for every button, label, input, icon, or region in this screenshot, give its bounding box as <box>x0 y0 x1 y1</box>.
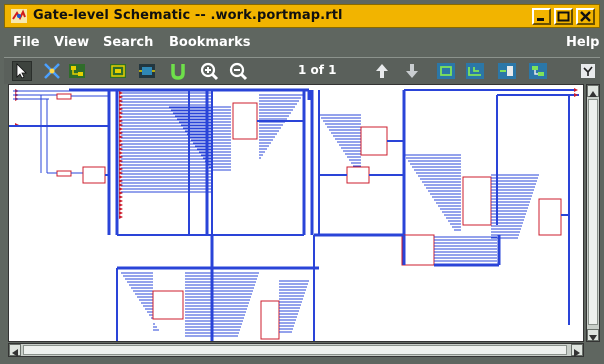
arrow-up-icon <box>589 91 597 97</box>
pin-button[interactable] <box>579 61 599 81</box>
vertical-scrollbar[interactable] <box>586 84 600 342</box>
bus-pin[interactable] <box>119 127 123 131</box>
bus-pin[interactable] <box>119 187 123 191</box>
logic-cell-instance[interactable] <box>232 102 258 140</box>
minimize-icon <box>537 18 544 21</box>
fit-view-button[interactable] <box>436 61 456 81</box>
pop-button[interactable] <box>497 61 517 81</box>
expand-button[interactable] <box>528 61 548 81</box>
previous-page-button[interactable] <box>372 61 392 81</box>
scroll-down-button[interactable] <box>587 329 599 341</box>
menu-bookmarks[interactable]: Bookmarks <box>169 35 251 50</box>
output-port[interactable] <box>574 88 578 92</box>
unroute-button[interactable] <box>168 61 188 81</box>
buffer-instance[interactable] <box>56 93 72 100</box>
zoom-in-button[interactable] <box>199 61 219 81</box>
bus-pin[interactable] <box>119 91 123 95</box>
vertical-scroll-thumb[interactable] <box>588 99 598 325</box>
bus-pin[interactable] <box>119 195 123 199</box>
select-arrow-icon <box>16 63 27 79</box>
menu-view[interactable]: View <box>54 35 89 50</box>
bus-pin[interactable] <box>119 115 123 119</box>
buffer-instance[interactable] <box>56 170 72 177</box>
arrow-left-icon <box>12 349 18 357</box>
output-port[interactable] <box>574 93 578 97</box>
bus-pin[interactable] <box>119 175 123 179</box>
next-page-icon <box>406 64 418 78</box>
maximize-button[interactable] <box>554 8 573 25</box>
arrow-right-icon <box>574 349 580 357</box>
schematic-drawing <box>9 88 579 341</box>
select-tool-button[interactable] <box>12 61 32 81</box>
logic-cell-instance[interactable] <box>462 176 492 226</box>
schematic-app-icon <box>11 9 27 23</box>
push-icon <box>466 63 484 79</box>
module-button[interactable] <box>137 61 157 81</box>
bus-pin[interactable] <box>119 215 123 219</box>
bus-pin[interactable] <box>119 139 123 143</box>
schematic-canvas[interactable] <box>8 84 584 342</box>
logic-cell-instance[interactable] <box>538 198 562 236</box>
register-instance[interactable] <box>346 166 370 184</box>
pop-icon <box>498 63 516 79</box>
menu-file[interactable]: File <box>13 35 40 50</box>
scroll-right-button[interactable] <box>571 344 583 357</box>
close-button[interactable] <box>576 8 595 25</box>
menu-bar: File View Search Bookmarks Help <box>4 30 600 56</box>
scroll-up-button[interactable] <box>587 85 599 97</box>
close-icon <box>580 11 591 22</box>
schematic-window: Gate-level Schematic -- .work.portmap.rt… <box>0 0 604 364</box>
bus-pin[interactable] <box>119 207 123 211</box>
menu-help[interactable]: Help <box>566 35 599 50</box>
zoom-in-icon <box>200 62 219 81</box>
page-indicator: 1 of 1 <box>298 63 337 77</box>
unroute-icon <box>171 64 185 80</box>
register-instance[interactable] <box>82 166 106 184</box>
expand-icon <box>529 63 547 79</box>
horizontal-scrollbar[interactable] <box>8 343 584 357</box>
logic-cell-instance[interactable] <box>360 126 388 156</box>
fit-view-icon <box>437 63 455 79</box>
unmark-icon <box>44 63 60 79</box>
register-instance[interactable] <box>401 234 435 266</box>
window-title: Gate-level Schematic -- .work.portmap.rt… <box>33 8 343 23</box>
unmark-button[interactable] <box>42 61 62 81</box>
instance-button[interactable] <box>108 61 128 81</box>
bus-pin[interactable] <box>119 103 123 107</box>
push-button[interactable] <box>465 61 485 81</box>
logic-cell-instance[interactable] <box>152 290 184 320</box>
hierarchy-button[interactable] <box>67 61 87 81</box>
zoom-out-icon <box>229 62 248 81</box>
previous-page-icon <box>376 64 388 78</box>
title-bar[interactable]: Gate-level Schematic -- .work.portmap.rt… <box>4 4 600 28</box>
menu-search[interactable]: Search <box>103 35 153 50</box>
logic-cell-instance[interactable] <box>260 300 280 340</box>
bus-pin[interactable] <box>119 203 123 207</box>
maximize-icon <box>557 11 570 22</box>
bus-pin[interactable] <box>119 151 123 155</box>
pin-icon <box>581 64 595 78</box>
bus-pin[interactable] <box>119 211 123 215</box>
hierarchy-icon <box>69 64 85 78</box>
horizontal-scroll-thumb[interactable] <box>23 345 567 355</box>
zoom-out-button[interactable] <box>228 61 248 81</box>
module-icon <box>139 64 155 78</box>
scroll-left-button[interactable] <box>9 344 21 357</box>
bus-pin[interactable] <box>119 163 123 167</box>
arrow-down-icon <box>589 335 597 341</box>
minimize-button[interactable] <box>532 8 551 25</box>
instance-icon <box>110 64 126 78</box>
toolbar: 1 of 1 <box>4 57 600 84</box>
bus-pin[interactable] <box>119 199 123 203</box>
next-page-button[interactable] <box>402 61 422 81</box>
